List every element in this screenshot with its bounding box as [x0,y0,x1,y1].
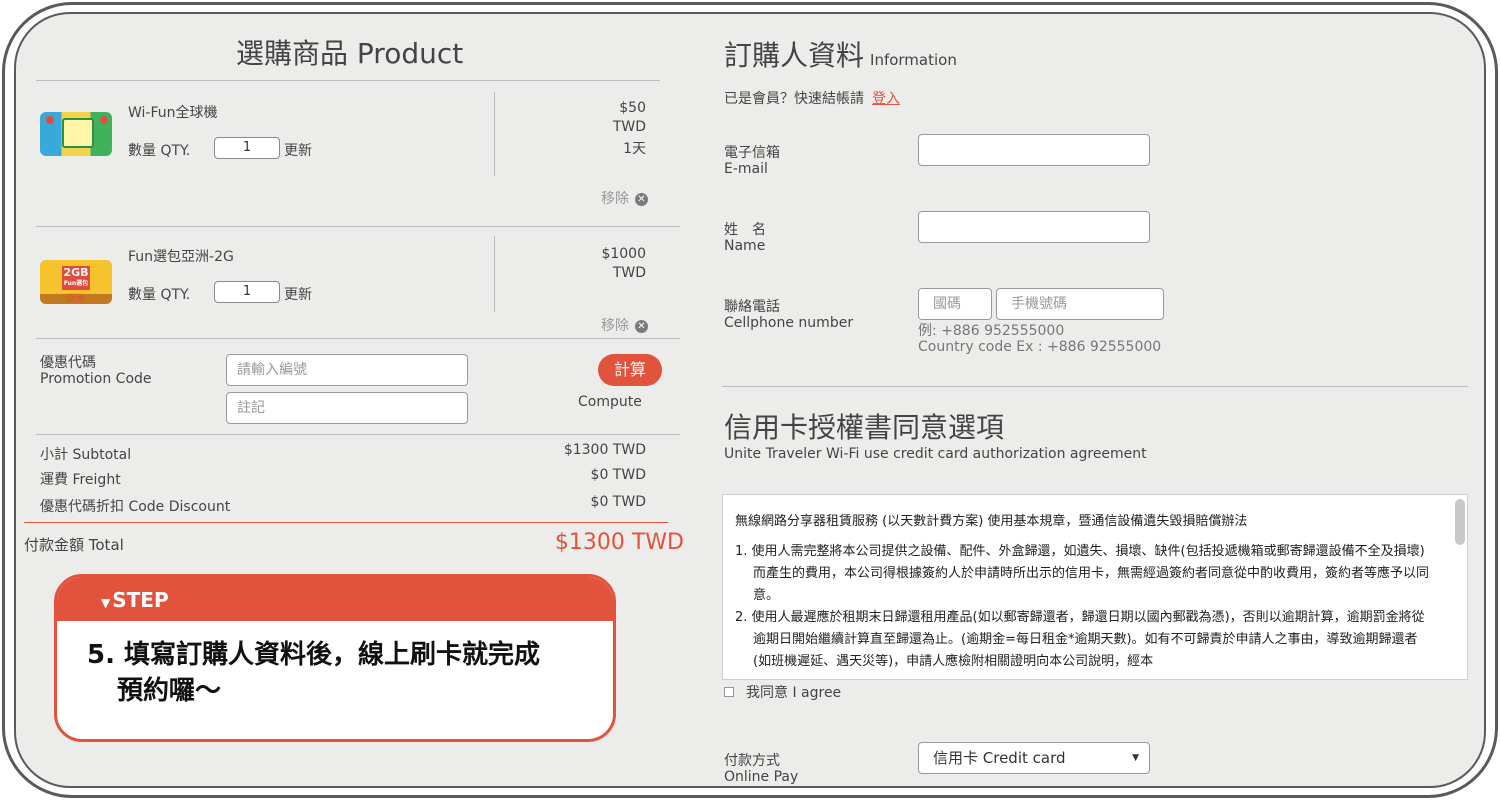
agree-checkbox[interactable] [724,687,734,697]
compute-button[interactable]: 計算 [598,354,662,386]
scrollbar[interactable] [1455,499,1465,545]
phone-hint: Country code Ex : +886 92555000 [918,339,1162,355]
total-amount: $1300 TWD [554,530,684,555]
divider [494,236,495,312]
agreement-heading: 無線網路分享器租賃服務 (以天數計費方案) 使用基本規章，暨通信設備遺失毀損賠償… [735,514,1248,529]
product-price: $50 [619,100,646,116]
product-currency: TWD [612,265,646,281]
phone-hint: 例: +886 952555000 [918,323,1065,339]
credit-card-section-title: 信用卡授權書同意選項 [724,411,1005,444]
remove-label: 移除 [601,318,629,334]
product-price: $1000 [601,246,646,262]
agree-label: 我同意 I agree [746,685,842,701]
product-name: Fun選包亞洲-2G [128,249,234,265]
divider [36,434,680,435]
payment-label-en: Online Pay [724,769,799,785]
summary-value: $0 TWD [590,494,646,510]
total-label: 付款金額 Total [24,536,124,554]
divider [36,80,660,81]
step-callout: ▼ STEP 5. 填寫訂購人資料後，線上刷卡就完成 預約囉～ [54,574,616,742]
close-icon: ✕ [635,319,648,333]
name-label-en: Name [724,238,766,254]
product-currency: TWD [612,119,646,135]
promo-label-zh: 優惠代碼 [40,355,96,371]
summary-label: 運費 Freight [40,472,121,488]
member-prompt: 已是會員？快速結帳請 登入 [724,91,900,107]
agreement-clause: 2. 使用人最遲應於租期末日歸還租用產品(如以郵寄歸還者，歸還日期以國內郵戳為憑… [735,610,1425,669]
credit-card-subtitle: Unite Traveler Wi-Fi use credit card aut… [724,446,1147,462]
phone-label-zh: 聯絡電話 [724,299,780,315]
sim-card-product-icon: 2GB Fun選包 亞洲 [40,260,112,304]
total-divider [24,522,668,523]
qty-input[interactable]: 1 [214,281,280,303]
payment-method-select[interactable]: 信用卡 Credit card ▼ [918,742,1150,774]
triangle-down-icon: ▼ [101,596,111,610]
promo-label-en: Promotion Code [40,371,152,387]
phone-label-en: Cellphone number [724,315,854,331]
divider [36,338,680,339]
step-header: ▼ STEP [57,577,613,621]
phone-number-field[interactable]: 手機號碼 [996,288,1164,320]
summary-value: $1300 TWD [563,442,646,458]
product-name: Wi-Fun全球機 [128,105,218,121]
chevron-down-icon: ▼ [1132,753,1139,763]
divider [722,386,1468,387]
login-link[interactable]: 登入 [872,91,900,107]
divider [36,226,680,227]
email-label-en: E-mail [724,161,768,177]
step-text: 5. 填寫訂購人資料後，線上刷卡就完成 預約囉～ [87,640,541,706]
divider [494,92,495,176]
qty-label: 數量 QTY. [128,143,191,159]
product-section-title: 選購商品 Product [236,37,464,70]
agreement-scroll-box[interactable]: 無線網路分享器租賃服務 (以天數計費方案) 使用基本規章，暨通信設備遺失毀損賠償… [722,494,1468,680]
country-code-field[interactable]: 國碼 [918,288,992,320]
email-label-zh: 電子信箱 [724,145,780,161]
remove-button[interactable]: 移除 ✕ [601,315,648,335]
info-section-title: 訂購人資料 Information [724,39,957,72]
close-icon: ✕ [635,192,648,206]
name-field[interactable] [918,211,1150,243]
qty-label: 數量 QTY. [128,287,191,303]
remove-label: 移除 [601,191,629,207]
agreement-text: 無線網路分享器租賃服務 (以天數計費方案) 使用基本規章，暨通信設備遺失毀損賠償… [735,511,1435,673]
compute-label: Compute [578,394,642,410]
page-panel: 選購商品 Product Wi-Fun全球機 數量 QTY. 1 更新 $50 … [14,12,1486,788]
promo-code-input[interactable]: 請輸入編號 [226,354,468,386]
summary-label: 小計 Subtotal [40,447,132,463]
update-button[interactable]: 更新 [284,140,312,160]
email-field[interactable] [918,134,1150,166]
summary-label: 優惠代碼折扣 Code Discount [40,499,231,515]
qty-input[interactable]: 1 [214,137,280,159]
payment-label-zh: 付款方式 [724,753,780,769]
agreement-clause: 1. 使用人需完整將本公司提供之設備、配件、外盒歸還，如遺失、損壞、缺件(包括投… [735,544,1430,603]
product-period: 1天 [623,141,646,157]
update-button[interactable]: 更新 [284,284,312,304]
wifi-device-product-icon [40,112,112,156]
remove-button[interactable]: 移除 ✕ [601,188,648,208]
name-label-zh: 姓 名 [724,222,766,238]
promo-note-input[interactable]: 註記 [226,392,468,424]
summary-value: $0 TWD [590,467,646,483]
